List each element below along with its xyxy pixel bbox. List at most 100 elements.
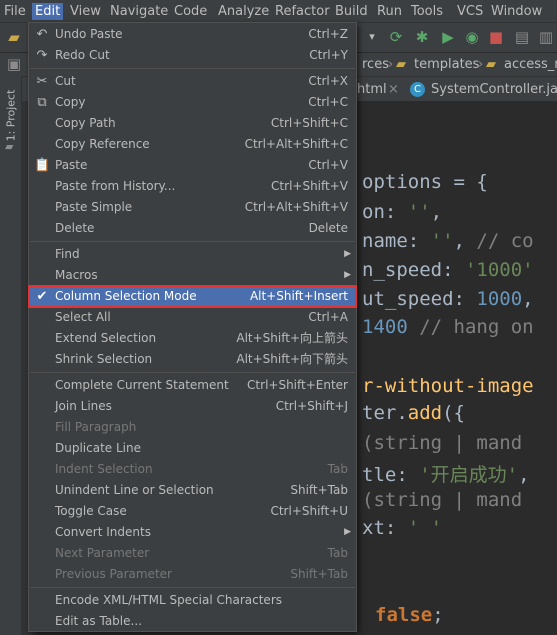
java-class-icon: C: [410, 82, 425, 97]
close-icon[interactable]: ×: [388, 80, 399, 100]
menu-item-label: Convert Indents: [55, 525, 151, 539]
menu-item-copy[interactable]: ⧉ Copy Ctrl+C: [29, 92, 356, 113]
code-token: xt:: [362, 517, 408, 539]
menu-item-unindent-line-or-selection[interactable]: Unindent Line or Selection Shift+Tab: [29, 480, 356, 501]
redo-icon: ↷: [36, 48, 48, 63]
menu-item-delete[interactable]: Delete Delete: [29, 218, 356, 239]
cut-icon: ✂: [36, 74, 48, 89]
menubar-item-file[interactable]: File: [1, 3, 29, 20]
menu-item-shortcut: Ctrl+Shift+Enter: [247, 378, 348, 392]
submenu-arrow-icon: ▶: [344, 270, 351, 280]
menu-item-copy-reference[interactable]: Copy Reference Ctrl+Alt+Shift+C: [29, 134, 356, 155]
sdk-settings-icon[interactable]: ▥: [536, 27, 556, 47]
menu-item-edit-as-table[interactable]: Edit as Table...: [29, 611, 356, 632]
menu-item-duplicate-line[interactable]: Duplicate Line: [29, 438, 356, 459]
folder-icon: ▰: [486, 57, 496, 72]
menubar-item-vcs[interactable]: VCS: [454, 3, 486, 20]
checkmark-icon: ✔: [36, 289, 48, 304]
menubar-item-analyze[interactable]: Analyze: [215, 3, 272, 20]
menu-item-label: Paste Simple: [55, 200, 133, 214]
code-token: (string | mand: [362, 489, 523, 511]
menu-item-macros[interactable]: Macros ▶: [29, 265, 356, 286]
menu-item-find[interactable]: Find ▶: [29, 244, 356, 265]
menu-item-shortcut: Ctrl+A: [308, 310, 348, 324]
menu-item-toggle-case[interactable]: Toggle Case Ctrl+Shift+U: [29, 501, 356, 522]
menubar-item-code[interactable]: Code: [171, 3, 210, 20]
code-token: '1000': [464, 259, 534, 281]
menubar-item-navigate[interactable]: Navigate: [107, 3, 171, 20]
code-token: // co: [476, 230, 534, 252]
menu-item-label: Column Selection Mode: [55, 289, 197, 303]
menu-item-paste[interactable]: 📋 Paste Ctrl+V: [29, 155, 356, 176]
code-token: r-without-image: [362, 375, 534, 397]
menubar-item-edit[interactable]: Edit: [32, 3, 64, 20]
folder-icon: ▰: [5, 140, 14, 153]
rebuild-icon[interactable]: ⟳: [386, 27, 406, 47]
code-token: ,: [522, 288, 534, 310]
menubar-item-tools[interactable]: Tools: [408, 3, 446, 20]
menu-item-label: Duplicate Line: [55, 441, 141, 455]
menu-item-extend-selection[interactable]: Extend Selection Alt+Shift+向上箭头: [29, 328, 356, 349]
submenu-arrow-icon: ▶: [344, 249, 351, 259]
menu-item-shrink-selection[interactable]: Shrink Selection Alt+Shift+向下箭头: [29, 349, 356, 370]
menu-item-shortcut: Delete: [308, 221, 348, 235]
debug-bug-icon[interactable]: ✱: [412, 27, 432, 47]
breadcrumb-item-access[interactable]: access_m: [504, 56, 557, 74]
menu-item-label: Edit as Table...: [55, 614, 142, 628]
menubar-item-build[interactable]: Build: [332, 3, 371, 20]
menubar-item-refactor[interactable]: Refactor: [272, 3, 333, 20]
tab-system-controller[interactable]: SystemController.java: [431, 80, 557, 100]
menu-item-select-all[interactable]: Select All Ctrl+A: [29, 307, 356, 328]
menu-item-shortcut: Ctrl+C: [308, 95, 348, 109]
open-folder-icon[interactable]: ▰: [4, 27, 24, 47]
dropdown-chevron-icon[interactable]: ▾: [362, 27, 382, 47]
undo-icon: ↶: [36, 27, 48, 42]
menu-item-label: Redo Cut: [55, 48, 110, 62]
breadcrumb-item-resources[interactable]: rces: [362, 56, 389, 74]
code-token: tle:: [362, 464, 420, 486]
menu-item-label: Copy Reference: [55, 137, 150, 151]
menu-item-column-selection-mode[interactable]: ✔ Column Selection Mode Alt+Shift+Insert: [28, 285, 357, 308]
menu-item-shortcut: Alt+Shift+向下箭头: [236, 352, 348, 366]
menu-item-label: Complete Current Statement: [55, 378, 229, 392]
menu-item-label: Shrink Selection: [55, 352, 153, 366]
menu-item-paste-from-history[interactable]: Paste from History... Ctrl+Shift+V: [29, 176, 356, 197]
code-line: ter.add({: [362, 402, 465, 424]
menu-item-shortcut: Ctrl+V: [308, 158, 348, 172]
menu-item-shortcut: Tab: [327, 546, 348, 560]
code-token: add: [407, 402, 443, 424]
menu-item-convert-indents[interactable]: Convert Indents ▶: [29, 522, 356, 543]
code-token: // hang on: [419, 316, 534, 338]
menubar-item-view[interactable]: View: [67, 3, 104, 20]
code-line: tle: '开启成功',: [362, 460, 530, 487]
stop-icon[interactable]: ■: [486, 27, 506, 47]
menu-separator: [30, 68, 355, 69]
menu-item-shortcut: Ctrl+Shift+V: [271, 179, 348, 193]
menu-item-label: Cut: [55, 74, 76, 88]
project-structure-icon[interactable]: ▤: [512, 27, 532, 47]
code-line: false;: [375, 604, 444, 626]
tab-html[interactable]: html: [357, 80, 387, 100]
menu-item-paste-simple[interactable]: Paste Simple Ctrl+Alt+Shift+V: [29, 197, 356, 218]
menu-item-indent-selection: Indent Selection Tab: [29, 459, 356, 480]
menu-item-copy-path[interactable]: Copy Path Ctrl+Shift+C: [29, 113, 356, 134]
menubar-item-window[interactable]: Window: [488, 3, 545, 20]
menu-item-shortcut: Alt+Shift+向上箭头: [236, 331, 348, 345]
code-token: 1400: [362, 316, 408, 338]
menubar-item-run[interactable]: Run: [374, 3, 405, 20]
menu-item-undo-paste[interactable]: ↶ Undo Paste Ctrl+Z: [29, 24, 356, 45]
menu-item-complete-current-statement[interactable]: Complete Current Statement Ctrl+Shift+Ent…: [29, 375, 356, 396]
menu-item-redo-cut[interactable]: ↷ Redo Cut Ctrl+Y: [29, 45, 356, 66]
code-token: ,: [518, 464, 530, 486]
breadcrumb-item-templates[interactable]: templates: [414, 56, 479, 74]
profile-icon[interactable]: ◉: [462, 27, 482, 47]
menu-item-encode-xml-html-special-characters[interactable]: Encode XML/HTML Special Characters: [29, 590, 356, 611]
run-coverage-icon[interactable]: ▶: [438, 27, 458, 47]
code-token: ({: [442, 402, 465, 424]
code-token: ,: [430, 201, 443, 223]
code-token: ' ': [407, 517, 443, 539]
menu-item-cut[interactable]: ✂ Cut Ctrl+X: [29, 71, 356, 92]
menu-item-shortcut: Ctrl+Alt+Shift+V: [244, 200, 348, 214]
menu-item-join-lines[interactable]: Join Lines Ctrl+Shift+J: [29, 396, 356, 417]
menu-item-shortcut: Ctrl+X: [308, 74, 348, 88]
